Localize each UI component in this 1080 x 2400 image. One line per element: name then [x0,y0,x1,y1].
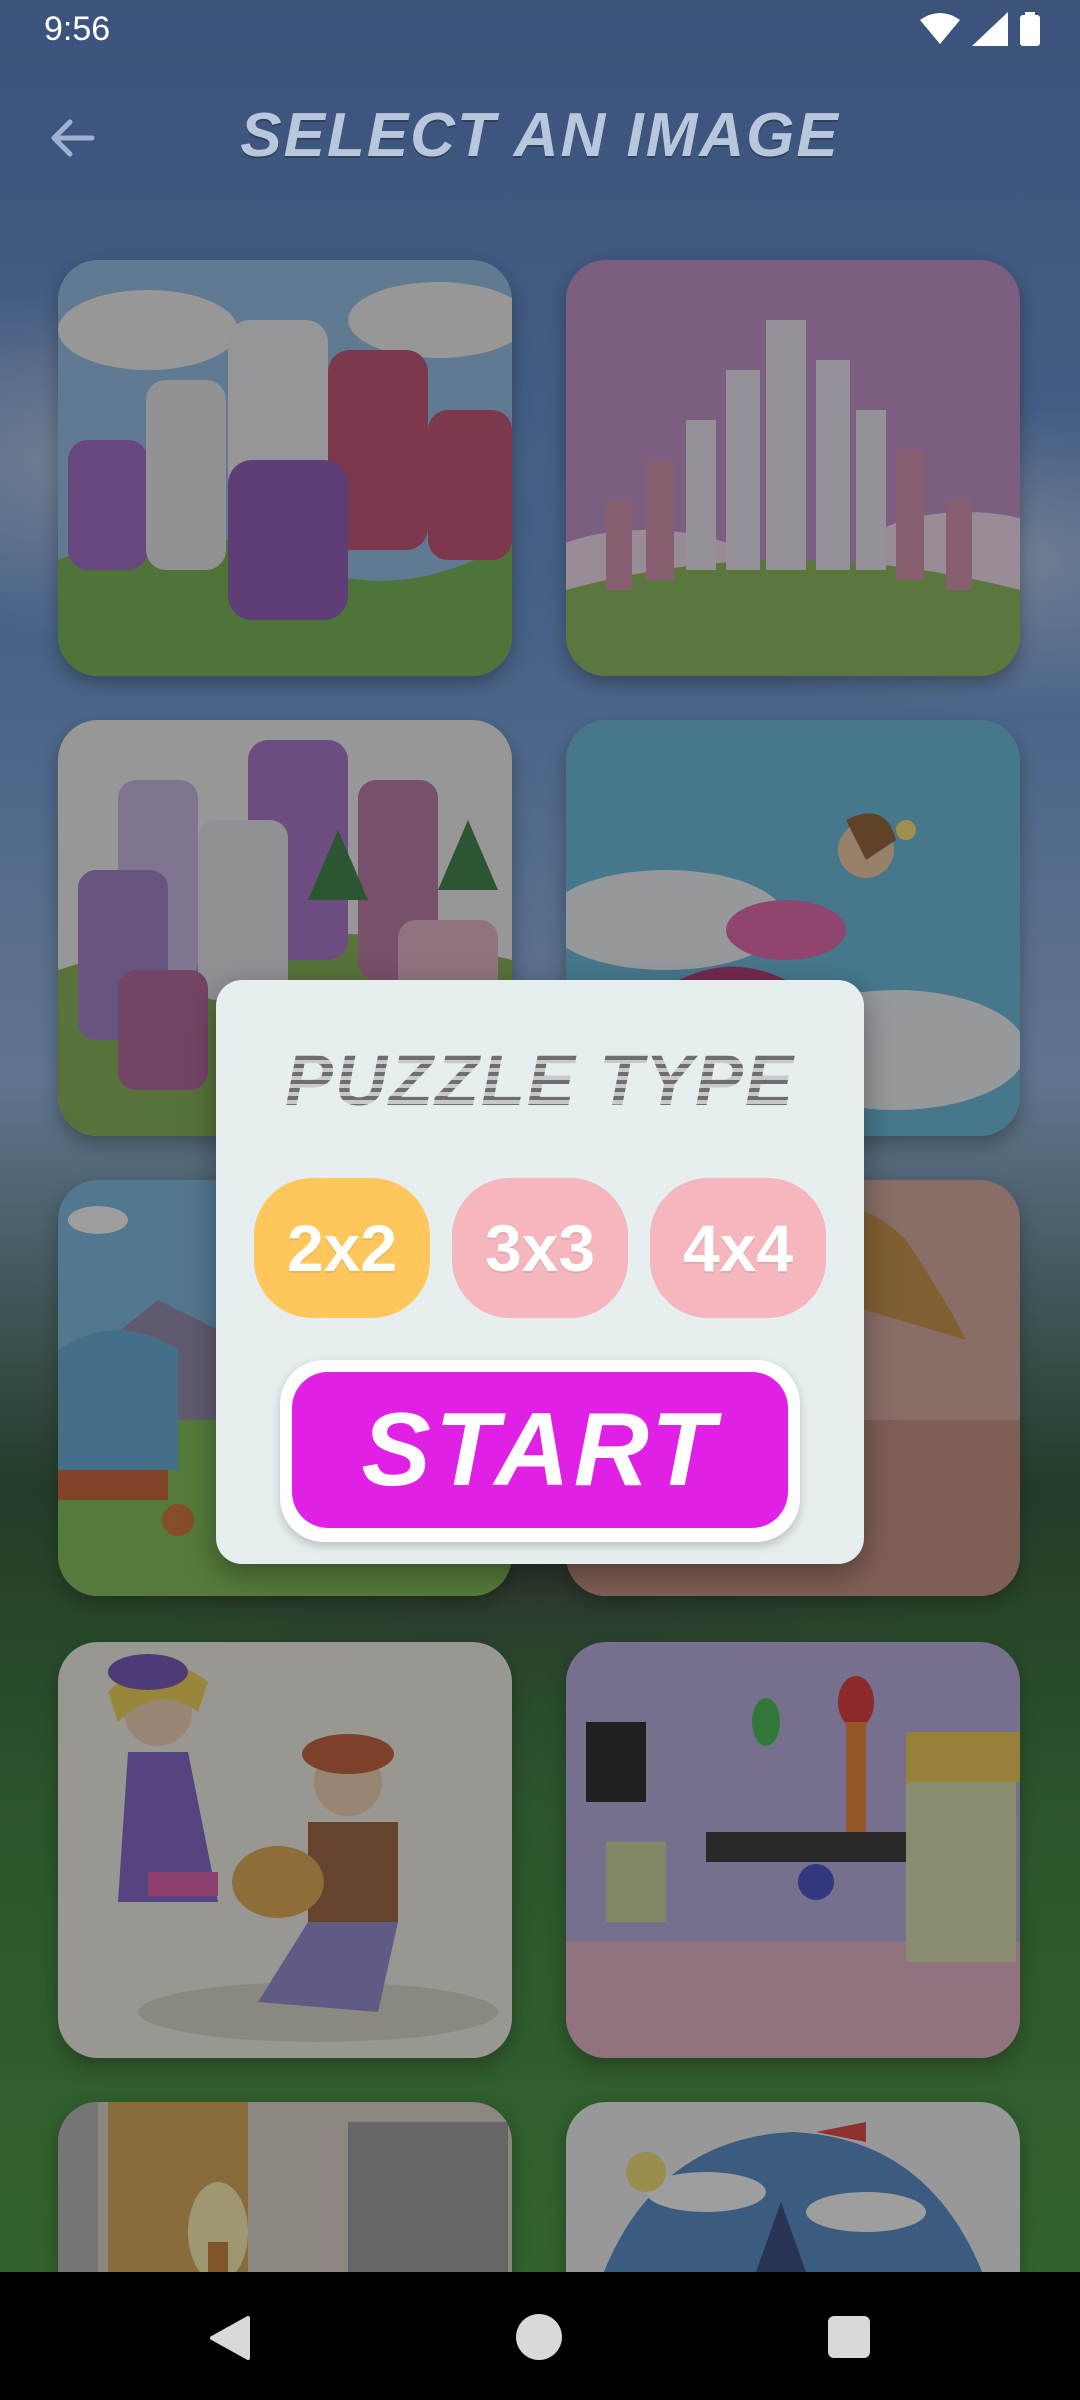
start-button-frame: START [280,1360,800,1542]
puzzle-type-options: 2x2 3x3 4x4 [254,1178,826,1318]
status-bar: 9:56 [0,0,1080,60]
nav-recents-icon[interactable] [828,2316,870,2358]
option-4x4-button[interactable]: 4x4 [650,1178,826,1318]
option-3x3-button[interactable]: 3x3 [452,1178,628,1318]
puzzle-type-dialog: PUZZLE TYPE 2x2 3x3 4x4 START [216,980,864,1564]
wifi-icon [920,13,960,44]
navigation-bar [0,2272,1080,2400]
header: SELECT AN IMAGE [0,90,1080,180]
dialog-title: PUZZLE TYPE [216,1040,864,1122]
nav-home-icon[interactable] [516,2314,562,2360]
signal-icon [972,12,1008,46]
option-2x2-button[interactable]: 2x2 [254,1178,430,1318]
status-time: 9:56 [44,10,111,48]
start-button[interactable]: START [292,1372,788,1528]
page-title: SELECT AN IMAGE [240,101,840,170]
nav-back-icon[interactable] [206,2314,254,2362]
battery-icon [1020,12,1040,46]
